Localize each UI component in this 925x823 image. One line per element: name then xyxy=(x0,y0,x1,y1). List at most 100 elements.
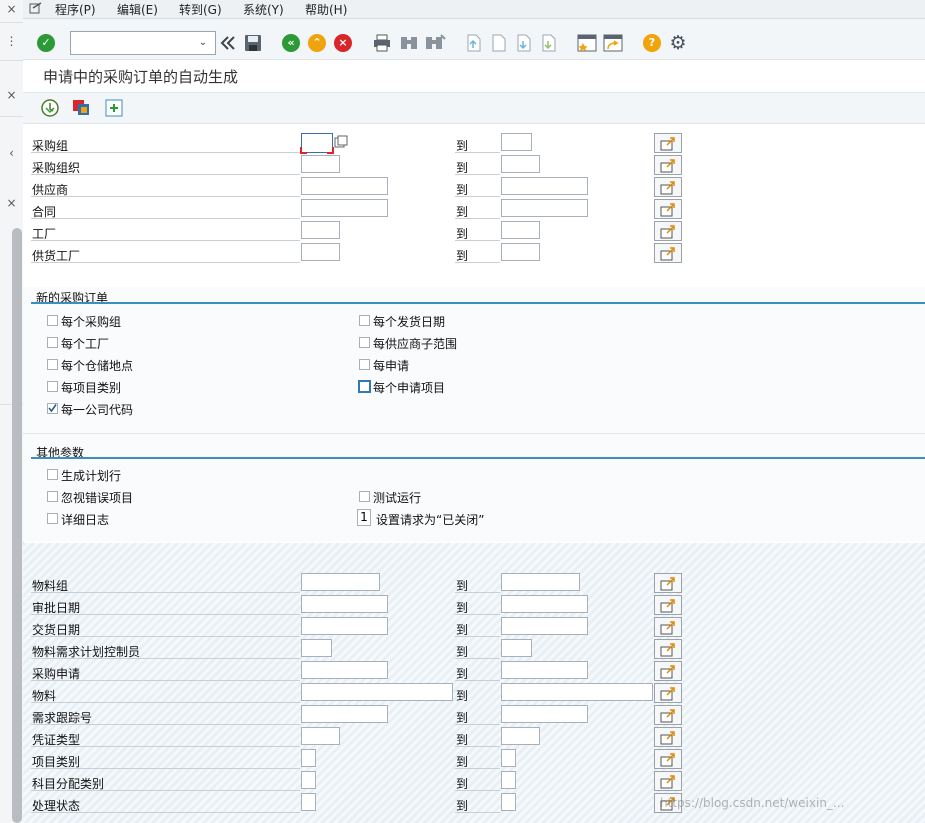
tracking-number-from-input[interactable] xyxy=(301,705,388,723)
processing-status-from-input[interactable] xyxy=(301,793,316,811)
checkbox-per-delivery-date[interactable] xyxy=(359,315,370,326)
checkbox-per-plant[interactable] xyxy=(47,337,58,348)
cancel-icon[interactable]: × xyxy=(334,34,352,52)
checkbox-label: 每申请 xyxy=(373,359,410,373)
contract-from-input[interactable] xyxy=(301,199,388,217)
prev-page-icon[interactable] xyxy=(488,33,508,53)
multiple-selection-button[interactable] xyxy=(654,177,682,197)
menu-help[interactable]: 帮助(H) xyxy=(305,1,347,18)
help-icon[interactable]: ? xyxy=(643,34,661,52)
multiple-selection-button[interactable] xyxy=(654,639,682,659)
supplying-plant-to-input[interactable] xyxy=(501,243,540,261)
release-date-to-input[interactable] xyxy=(501,595,588,613)
material-group-to-input[interactable] xyxy=(501,573,580,591)
back-icon[interactable]: « xyxy=(282,34,300,52)
menu-system[interactable]: 系统(Y) xyxy=(243,1,284,18)
material-from-input[interactable] xyxy=(301,683,453,701)
settings-icon[interactable]: ⚙ xyxy=(667,32,689,54)
get-variant-icon[interactable] xyxy=(72,98,92,118)
set-closed-input[interactable]: 1 xyxy=(357,509,371,526)
vendor-to-input[interactable] xyxy=(501,177,588,195)
purchase-requisition-from-input[interactable] xyxy=(301,661,388,679)
command-field[interactable] xyxy=(70,31,216,55)
tracking-number-to-input[interactable] xyxy=(501,705,588,723)
multiple-selection-button[interactable] xyxy=(654,705,682,725)
purchasing-org-to-input[interactable] xyxy=(501,155,540,173)
chevron-down-icon[interactable]: ⌄ xyxy=(196,32,210,52)
multiple-selection-button[interactable] xyxy=(654,683,682,703)
delivery-date-to-input[interactable] xyxy=(501,617,588,635)
close-icon[interactable]: × xyxy=(0,88,23,102)
processing-status-to-input[interactable] xyxy=(501,793,516,811)
multiple-selection-button[interactable] xyxy=(654,727,682,747)
menu-icon[interactable]: ⋮ xyxy=(0,34,23,48)
multiple-selection-button[interactable] xyxy=(654,573,682,593)
contract-to-input[interactable] xyxy=(501,199,588,217)
multiple-selection-button[interactable] xyxy=(654,133,682,153)
find-icon[interactable] xyxy=(399,34,419,52)
multiple-selection-button[interactable] xyxy=(654,199,682,219)
mrp-controller-from-input[interactable] xyxy=(301,639,332,657)
first-page-icon[interactable] xyxy=(463,33,483,53)
purchasing-group-from-input[interactable] xyxy=(300,133,334,154)
back-nav-icon[interactable] xyxy=(219,35,237,51)
multiple-selection-icon[interactable] xyxy=(104,98,124,118)
exit-icon[interactable]: ⌃ xyxy=(308,34,326,52)
document-type-from-input[interactable] xyxy=(301,727,340,745)
checkbox-generate-schedule-lines[interactable] xyxy=(47,469,58,480)
multiple-selection-button[interactable] xyxy=(654,661,682,681)
plant-from-input[interactable] xyxy=(301,221,340,239)
supplying-plant-from-input[interactable] xyxy=(301,243,340,261)
multiple-selection-button[interactable] xyxy=(654,749,682,769)
vendor-from-input[interactable] xyxy=(301,177,388,195)
multiple-selection-button[interactable] xyxy=(654,771,682,791)
menu-goto[interactable]: 转到(G) xyxy=(179,1,222,18)
chevron-left-icon[interactable]: ‹ xyxy=(0,146,23,160)
checkbox-per-requisition[interactable] xyxy=(359,359,370,370)
checkbox-per-company-code[interactable] xyxy=(47,403,58,414)
checkbox-detailed-log[interactable] xyxy=(47,513,58,524)
multiple-selection-button[interactable] xyxy=(654,221,682,241)
value-help-icon[interactable] xyxy=(334,135,348,149)
checkbox-per-storage-location[interactable] xyxy=(47,359,58,370)
purchasing-group-to-input[interactable] xyxy=(501,133,532,151)
print-icon[interactable] xyxy=(372,34,392,52)
execute-icon[interactable] xyxy=(40,98,60,118)
account-assignment-to-input[interactable] xyxy=(501,771,516,789)
mrp-controller-to-input[interactable] xyxy=(501,639,532,657)
purchasing-org-from-input[interactable] xyxy=(301,155,340,173)
checkbox-per-requisition-item[interactable] xyxy=(358,380,371,393)
account-assignment-from-input[interactable] xyxy=(301,771,316,789)
multiple-selection-button[interactable] xyxy=(654,243,682,263)
item-category-to-input[interactable] xyxy=(501,749,516,767)
purchase-requisition-to-input[interactable] xyxy=(501,661,588,679)
item-category-from-input[interactable] xyxy=(301,749,316,767)
checkbox-per-vendor-subrange[interactable] xyxy=(359,337,370,348)
multiple-selection-button[interactable] xyxy=(654,595,682,615)
plant-to-input[interactable] xyxy=(501,221,540,239)
menu-program[interactable]: 程序(P) xyxy=(55,1,96,18)
close-icon[interactable]: × xyxy=(0,2,23,16)
create-session-icon[interactable] xyxy=(577,34,597,52)
vertical-scrollbar[interactable] xyxy=(12,228,22,823)
save-icon[interactable] xyxy=(243,34,263,52)
checkbox-per-item-category[interactable] xyxy=(47,381,58,392)
multiple-selection-button[interactable] xyxy=(654,155,682,175)
material-to-input[interactable] xyxy=(501,683,653,701)
last-page-icon[interactable] xyxy=(538,33,558,53)
menu-edit[interactable]: 编辑(E) xyxy=(117,1,158,18)
release-date-from-input[interactable] xyxy=(301,595,388,613)
next-page-icon[interactable] xyxy=(513,33,533,53)
multiple-selection-button[interactable] xyxy=(654,617,682,637)
material-group-from-input[interactable] xyxy=(301,573,380,591)
delivery-date-from-input[interactable] xyxy=(301,617,388,635)
shortcut-icon[interactable] xyxy=(603,34,623,52)
close-icon[interactable]: × xyxy=(0,196,23,210)
check-icon[interactable]: ✓ xyxy=(37,34,55,52)
menu-logo-icon[interactable] xyxy=(29,2,43,15)
checkbox-ignore-error-items[interactable] xyxy=(47,491,58,502)
checkbox-per-purchasing-group[interactable] xyxy=(47,315,58,326)
checkbox-test-run[interactable] xyxy=(359,491,370,502)
find-next-icon[interactable] xyxy=(424,34,446,52)
document-type-to-input[interactable] xyxy=(501,727,540,745)
